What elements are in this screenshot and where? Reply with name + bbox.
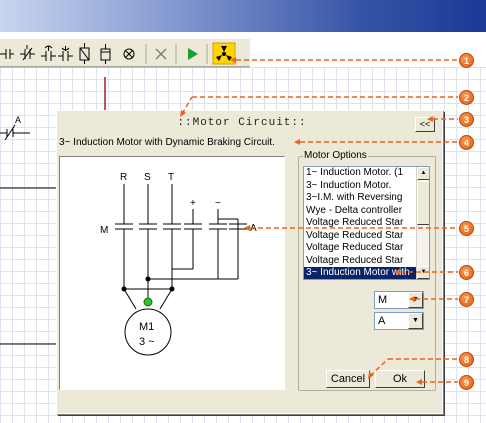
callout-5: 5 (459, 221, 474, 236)
callout-9: 9 (459, 375, 474, 390)
callout-3: 3 (459, 112, 474, 127)
callout-6: 6 (459, 265, 474, 280)
callout-lines (180, 57, 458, 385)
callout-1: 1 (459, 53, 474, 68)
callout-4: 4 (459, 135, 474, 150)
callout-7: 7 (459, 292, 474, 307)
callout-2: 2 (459, 90, 474, 105)
callout-8: 8 (459, 352, 474, 367)
